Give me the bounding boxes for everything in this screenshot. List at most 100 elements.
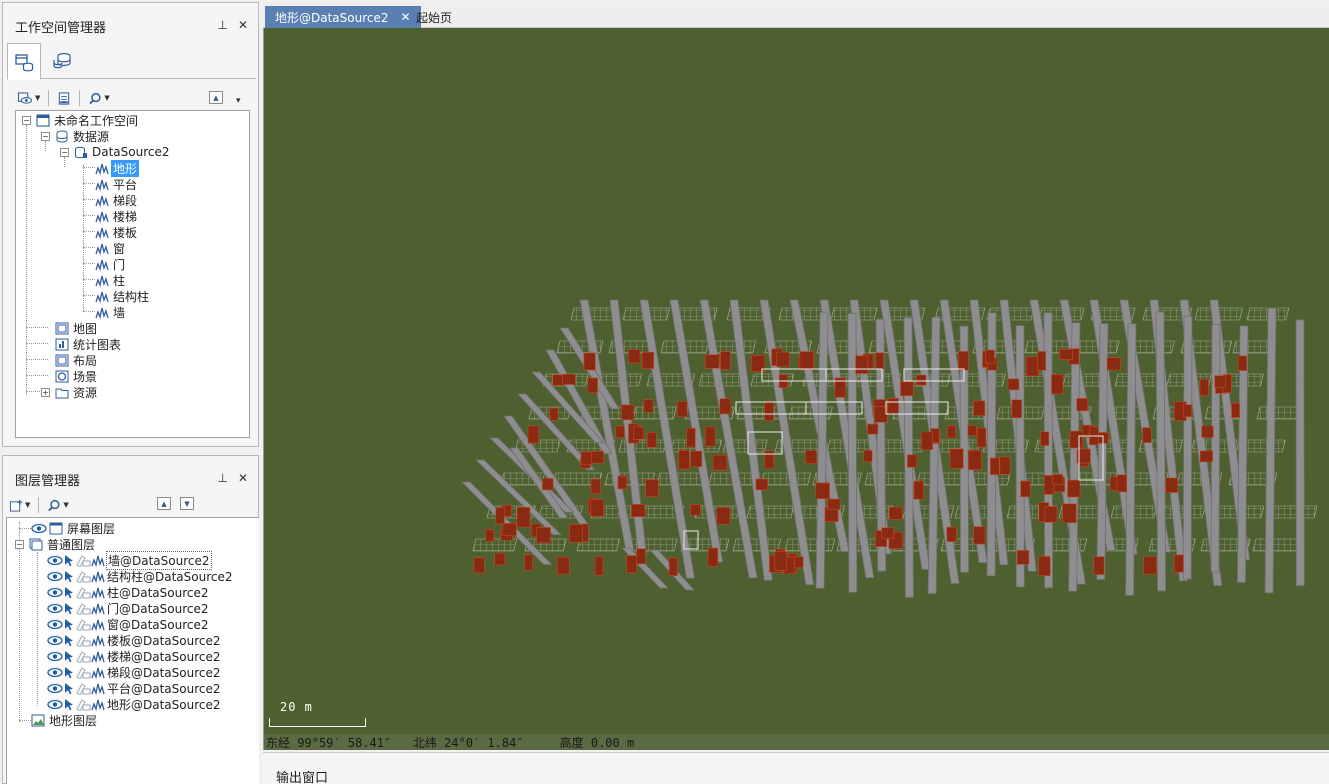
- wall-block: [591, 451, 604, 464]
- eye-icon[interactable]: [47, 634, 63, 647]
- close-button[interactable]: ✕: [238, 470, 248, 486]
- expand-toggle[interactable]: −: [22, 116, 31, 125]
- tree-item-dataset[interactable]: 窗: [95, 240, 125, 256]
- eye-icon[interactable]: [47, 586, 63, 599]
- selectable-icon[interactable]: [63, 554, 75, 567]
- scroll-up-button[interactable]: ▲: [209, 91, 223, 104]
- layer-item[interactable]: 门@DataSource2: [47, 600, 209, 616]
- editable-icon[interactable]: [75, 602, 91, 615]
- layer-item[interactable]: 地形@DataSource2: [47, 696, 221, 712]
- eye-icon[interactable]: [47, 570, 63, 583]
- expand-toggle[interactable]: −: [15, 540, 24, 549]
- expand-toggle[interactable]: −: [60, 148, 69, 157]
- properties-button[interactable]: [55, 88, 73, 108]
- tree-item-scenes[interactable]: 场景: [55, 368, 97, 384]
- tree-item-dataset[interactable]: 门: [95, 256, 125, 272]
- editable-icon[interactable]: [75, 554, 91, 567]
- tree-item-layouts[interactable]: 布局: [55, 352, 97, 368]
- tree-item-dataset[interactable]: 梯段: [95, 192, 137, 208]
- toolbar-overflow-icon[interactable]: ▾: [236, 96, 241, 106]
- eye-icon[interactable]: [47, 666, 63, 679]
- tab-scene-terrain[interactable]: 地形@DataSource2 ✕: [265, 6, 421, 28]
- layer-group-terrain[interactable]: 地形图层: [31, 712, 97, 728]
- layer-manager-title: 图层管理器: [15, 474, 81, 489]
- search-dropdown-button[interactable]: ▼: [45, 495, 70, 515]
- expand-toggle[interactable]: +: [41, 388, 50, 397]
- tree-item-workspace[interactable]: 未命名工作空间: [36, 112, 138, 128]
- editable-icon[interactable]: [75, 586, 91, 599]
- layer-item[interactable]: 梯段@DataSource2: [47, 664, 221, 680]
- tree-item-dataset[interactable]: 平台: [95, 176, 137, 192]
- eye-icon[interactable]: [47, 650, 63, 663]
- layer-item[interactable]: 窗@DataSource2: [47, 616, 209, 632]
- tree-item-dataset[interactable]: 楼板: [95, 224, 137, 240]
- add-layer-dropdown-button[interactable]: ▼: [7, 495, 32, 515]
- selectable-icon[interactable]: [63, 698, 75, 711]
- workspace-tab-datasource[interactable]: [7, 43, 41, 80]
- tree-item-dataset[interactable]: 楼梯: [95, 208, 137, 224]
- editable-icon[interactable]: [75, 570, 91, 583]
- editable-icon[interactable]: [75, 618, 91, 631]
- eye-icon[interactable]: [47, 698, 63, 711]
- layer-item[interactable]: 楼梯@DataSource2: [47, 648, 221, 664]
- eye-icon[interactable]: [47, 554, 63, 567]
- search-dropdown-button[interactable]: ▼: [86, 88, 111, 108]
- selectable-icon[interactable]: [63, 666, 75, 679]
- tree-item-maps[interactable]: 地图: [55, 320, 97, 336]
- layer-item[interactable]: 结构柱@DataSource2: [47, 568, 233, 584]
- tree-item-charts[interactable]: 统计图表: [55, 336, 121, 352]
- wall-block: [1165, 477, 1179, 493]
- expand-toggle[interactable]: −: [41, 132, 50, 141]
- wall-block: [621, 404, 635, 421]
- terrain-dataset-icon: [95, 275, 109, 287]
- wall-block: [1040, 431, 1050, 446]
- wall-block: [562, 373, 576, 385]
- layer-group-normal[interactable]: 普通图层: [29, 536, 95, 552]
- layer-group-screen[interactable]: 屏幕图层: [31, 520, 115, 536]
- wall-block: [1016, 550, 1030, 565]
- selectable-icon[interactable]: [63, 634, 75, 647]
- layer-item[interactable]: 楼板@DataSource2: [47, 632, 221, 648]
- wall-block: [827, 498, 841, 510]
- tree-item-datasource2[interactable]: DataSource2: [74, 144, 170, 160]
- wall-block: [1199, 450, 1213, 463]
- layer-item[interactable]: 墙@DataSource2: [47, 550, 212, 570]
- editable-icon[interactable]: [75, 634, 91, 647]
- pin-button[interactable]: ⊥: [217, 17, 227, 33]
- layer-item[interactable]: 柱@DataSource2: [47, 584, 209, 600]
- tree-item-dataset[interactable]: 地形: [95, 159, 140, 177]
- pin-button[interactable]: ⊥: [217, 470, 227, 486]
- selectable-icon[interactable]: [63, 682, 75, 695]
- selectable-icon[interactable]: [63, 586, 75, 599]
- eye-icon[interactable]: [47, 602, 63, 615]
- tree-item-dataset[interactable]: 墙: [95, 304, 125, 320]
- eye-icon[interactable]: [47, 682, 63, 695]
- search-icon: [48, 499, 60, 511]
- selectable-icon[interactable]: [63, 570, 75, 583]
- tree-item-resources[interactable]: 资源: [55, 384, 97, 400]
- document-icon: [59, 91, 70, 105]
- railing-segment: [712, 340, 756, 354]
- selectable-icon[interactable]: [63, 650, 75, 663]
- tab-start-page[interactable]: 起始页: [406, 6, 462, 28]
- editable-icon[interactable]: [75, 666, 91, 679]
- move-layer-up-button[interactable]: ▲: [157, 497, 171, 510]
- selectable-icon[interactable]: [63, 602, 75, 615]
- tree-item-dataset[interactable]: 结构柱: [95, 288, 149, 304]
- tree-item-datasources[interactable]: 数据源: [55, 128, 109, 144]
- eye-icon[interactable]: [31, 522, 47, 535]
- scene-viewport[interactable]: 20 m 东经 99°59′ 58.41″ 北纬 24°0′ 1.84″ 高度 …: [263, 28, 1329, 750]
- column: [1155, 311, 1167, 592]
- view-dropdown-button[interactable]: ▼: [15, 88, 42, 108]
- selectable-icon[interactable]: [63, 618, 75, 631]
- close-button[interactable]: ✕: [238, 17, 248, 33]
- eye-icon[interactable]: [47, 618, 63, 631]
- editable-icon[interactable]: [75, 682, 91, 695]
- wall-block: [764, 401, 774, 422]
- workspace-tab-database[interactable]: [45, 43, 79, 79]
- move-layer-down-button[interactable]: ▼: [180, 497, 194, 510]
- layer-item[interactable]: 平台@DataSource2: [47, 680, 221, 696]
- editable-icon[interactable]: [75, 698, 91, 711]
- editable-icon[interactable]: [75, 650, 91, 663]
- tree-item-dataset[interactable]: 柱: [95, 272, 125, 288]
